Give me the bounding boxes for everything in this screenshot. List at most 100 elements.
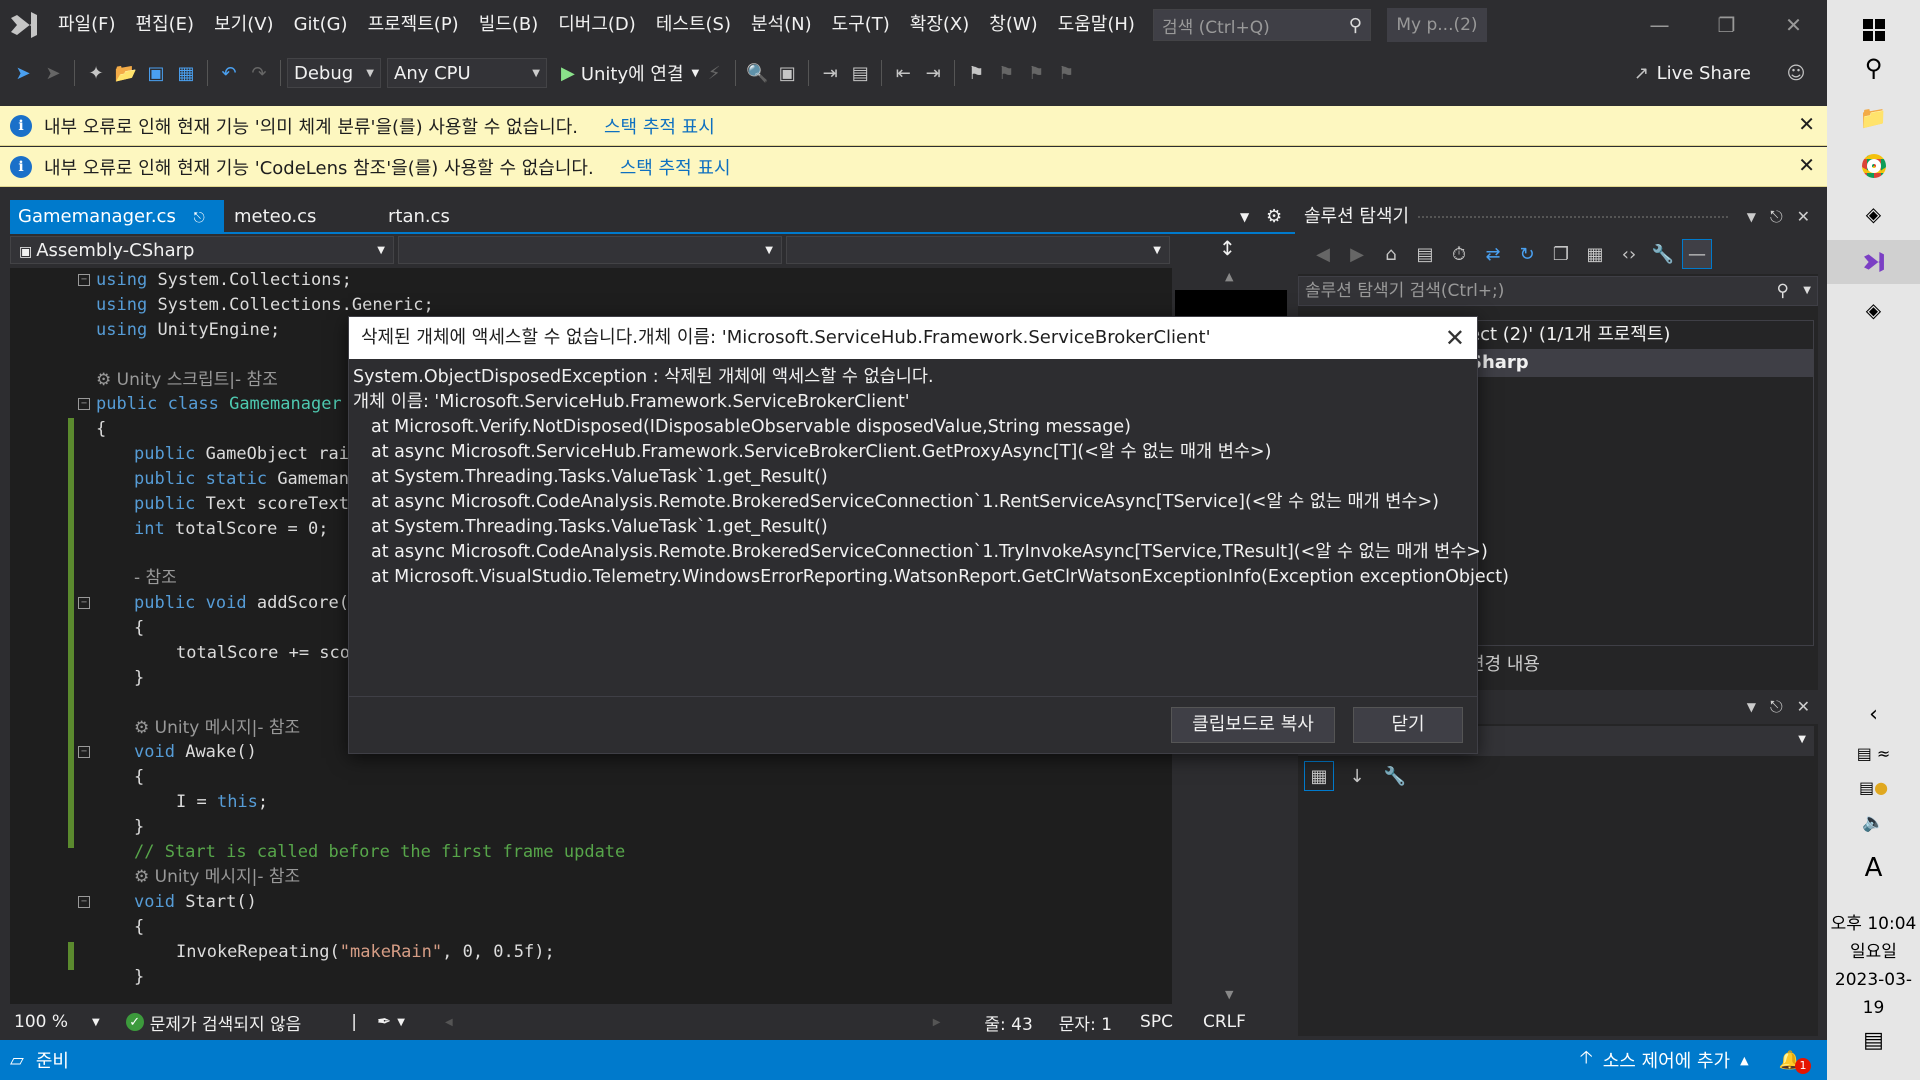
chevron-down-icon[interactable]: ▼ (397, 1017, 405, 1028)
close-icon[interactable]: ✕ (1797, 690, 1810, 724)
browser-icon[interactable]: ▣ (772, 58, 802, 88)
unity-icon[interactable]: ◈ (1827, 194, 1920, 234)
brush-icon[interactable]: ✒ (377, 1012, 391, 1032)
chevron-down-icon[interactable]: ▼ (1803, 277, 1811, 305)
prev-bookmark-icon[interactable]: ⚑ (991, 58, 1021, 88)
forward-icon[interactable]: ▶ (1342, 239, 1372, 269)
categorized-icon[interactable]: ▦ (1304, 761, 1334, 791)
scroll-up-icon[interactable]: ▲ (1225, 270, 1233, 283)
column-indicator[interactable]: 문자: 1 (1059, 1010, 1112, 1035)
live-share-button[interactable]: Live Share (1657, 63, 1751, 84)
feedback-icon[interactable]: ☺ (1781, 58, 1811, 88)
menu-edit[interactable]: 편집(E) (126, 0, 205, 50)
scroll-left-icon[interactable]: ◀ (445, 1017, 453, 1028)
fold-toggle-icon[interactable]: − (78, 746, 90, 758)
close-icon[interactable]: ✕ (1797, 200, 1810, 234)
tab-gamemanager[interactable]: Gamemanager.cs ⎋ ✕ (10, 200, 224, 262)
issues-status[interactable]: 문제가 검색되지 않음 (150, 1010, 302, 1035)
menu-tools[interactable]: 도구(T) (822, 0, 900, 50)
menu-debug[interactable]: 디버그(D) (548, 0, 646, 50)
sync-icon[interactable]: ⇄ (1478, 239, 1508, 269)
fold-toggle-icon[interactable]: − (78, 274, 90, 286)
chevron-down-icon[interactable]: ▼ (92, 1017, 100, 1028)
close-icon[interactable]: ✕ (1798, 112, 1815, 136)
menu-project[interactable]: 프로젝트(P) (358, 0, 469, 50)
chevron-up-icon[interactable]: ▲ (1740, 1054, 1748, 1067)
wrench-icon[interactable]: 🔧 (1648, 239, 1678, 269)
live-share-icon[interactable]: ↗ (1627, 58, 1657, 88)
chevron-left-icon[interactable]: ‹ (1827, 696, 1920, 732)
codelens-unity-message[interactable]: ⚙ Unity 메시지|- 참조 (134, 716, 300, 741)
home-icon[interactable]: ⌂ (1376, 239, 1406, 269)
property-pages-icon[interactable]: 🔧 (1380, 761, 1410, 791)
chevron-down-icon[interactable]: ▼ (1747, 200, 1756, 234)
undo-icon[interactable]: ↶ (214, 58, 244, 88)
menu-git[interactable]: Git(G) (284, 0, 358, 50)
tray-icons[interactable]: ▤ ≈ (1827, 736, 1920, 770)
menu-window[interactable]: 창(W) (979, 0, 1047, 50)
profile-button[interactable]: My p...(2) (1386, 8, 1487, 42)
taskbar-clock[interactable]: 오후 10:04 일요일 2023-03-19 (1827, 910, 1920, 1022)
split-editor-icon[interactable]: ↕ (1219, 236, 1236, 260)
open-file-icon[interactable]: 📂 (111, 58, 141, 88)
configuration-select[interactable]: Debug ▼ (287, 58, 381, 88)
preview-icon[interactable]: — (1682, 239, 1712, 269)
solution-search-input[interactable]: 솔루션 탐색기 검색(Ctrl+;) ⚲ ▼ (1298, 276, 1818, 306)
forward-icon[interactable]: ➤ (38, 58, 68, 88)
file-explorer-icon[interactable]: 📁 (1827, 98, 1920, 138)
notification-center-icon[interactable]: ▤ (1827, 1020, 1920, 1060)
next-bookmark-icon[interactable]: ⚑ (1021, 58, 1051, 88)
platform-select[interactable]: Any CPU ▼ (387, 58, 547, 88)
back-icon[interactable]: ➤ (8, 58, 38, 88)
menu-test[interactable]: 테스트(S) (646, 0, 741, 50)
ime-indicator[interactable]: A (1827, 848, 1920, 888)
zoom-level[interactable]: 100 % (14, 1012, 68, 1032)
line-indicator[interactable]: 줄: 43 (984, 1010, 1032, 1035)
tab-overflow-icon[interactable]: ▼ (1240, 200, 1249, 234)
run-target-button[interactable]: Unity에 연결 (581, 60, 684, 86)
tab-meteo[interactable]: meteo.cs (226, 200, 316, 234)
fold-toggle-icon[interactable]: − (78, 597, 90, 609)
play-icon[interactable]: ▶ (561, 63, 575, 84)
windows-start-icon[interactable] (1827, 10, 1920, 50)
pin-icon[interactable]: ⎋ (1770, 200, 1783, 234)
bookmark-icon[interactable]: ⚑ (961, 58, 991, 88)
notification-bell-icon[interactable]: 🔔 1 (1779, 1050, 1811, 1074)
search-icon[interactable]: ⚲ (1827, 48, 1920, 88)
arrow-up-icon[interactable]: 🡡 (1580, 1045, 1593, 1075)
visual-studio-taskbar-icon[interactable] (1827, 240, 1920, 284)
show-stack-trace-link[interactable]: 스택 추적 표시 (620, 154, 731, 180)
project-select[interactable]: ▣ Assembly-CSharp ▼ (10, 236, 394, 264)
close-icon[interactable]: ✕ (1445, 317, 1465, 359)
dialog-close-button[interactable]: 닫기 (1353, 707, 1463, 743)
chevron-down-icon[interactable]: ▼ (692, 68, 700, 79)
scroll-down-icon[interactable]: ▼ (1225, 988, 1233, 1001)
chrome-icon[interactable] (1827, 146, 1920, 186)
menu-extensions[interactable]: 확장(X) (900, 0, 980, 50)
fold-toggle-icon[interactable]: − (78, 398, 90, 410)
new-project-icon[interactable]: ✦ (81, 58, 111, 88)
alphabetical-icon[interactable]: ↓ (1342, 761, 1372, 791)
git-changes-tab[interactable]: 변경 내용 (1468, 650, 1540, 676)
refresh-icon[interactable]: ↻ (1512, 239, 1542, 269)
menu-view[interactable]: 보기(V) (204, 0, 283, 50)
switch-view-icon[interactable]: ▤ (1410, 239, 1440, 269)
restore-icon[interactable]: ❐ (1693, 0, 1760, 50)
menu-help[interactable]: 도움말(H) (1048, 0, 1145, 50)
show-all-files-icon[interactable]: ▦ (1580, 239, 1610, 269)
indent-icon[interactable]: ⇥ (918, 58, 948, 88)
pin-icon[interactable]: ⎋ (194, 210, 205, 226)
line-ending-indicator[interactable]: CRLF (1203, 1012, 1246, 1032)
close-icon[interactable]: ✕ (1798, 153, 1815, 177)
chevron-down-icon[interactable]: ▼ (1747, 690, 1756, 724)
member-select[interactable]: ▼ (786, 236, 1170, 264)
redo-icon[interactable]: ↷ (244, 58, 274, 88)
outdent-icon[interactable]: ⇤ (888, 58, 918, 88)
save-all-icon[interactable]: ▦ (171, 58, 201, 88)
back-icon[interactable]: ◀ (1308, 239, 1338, 269)
quick-search-input[interactable]: 검색 (Ctrl+Q) ⚲ (1152, 9, 1371, 41)
close-window-icon[interactable]: ✕ (1760, 0, 1827, 50)
whitespace-indicator[interactable]: SPC (1140, 1012, 1173, 1032)
code-view-icon[interactable]: ‹› (1614, 239, 1644, 269)
save-icon[interactable]: ▣ (141, 58, 171, 88)
